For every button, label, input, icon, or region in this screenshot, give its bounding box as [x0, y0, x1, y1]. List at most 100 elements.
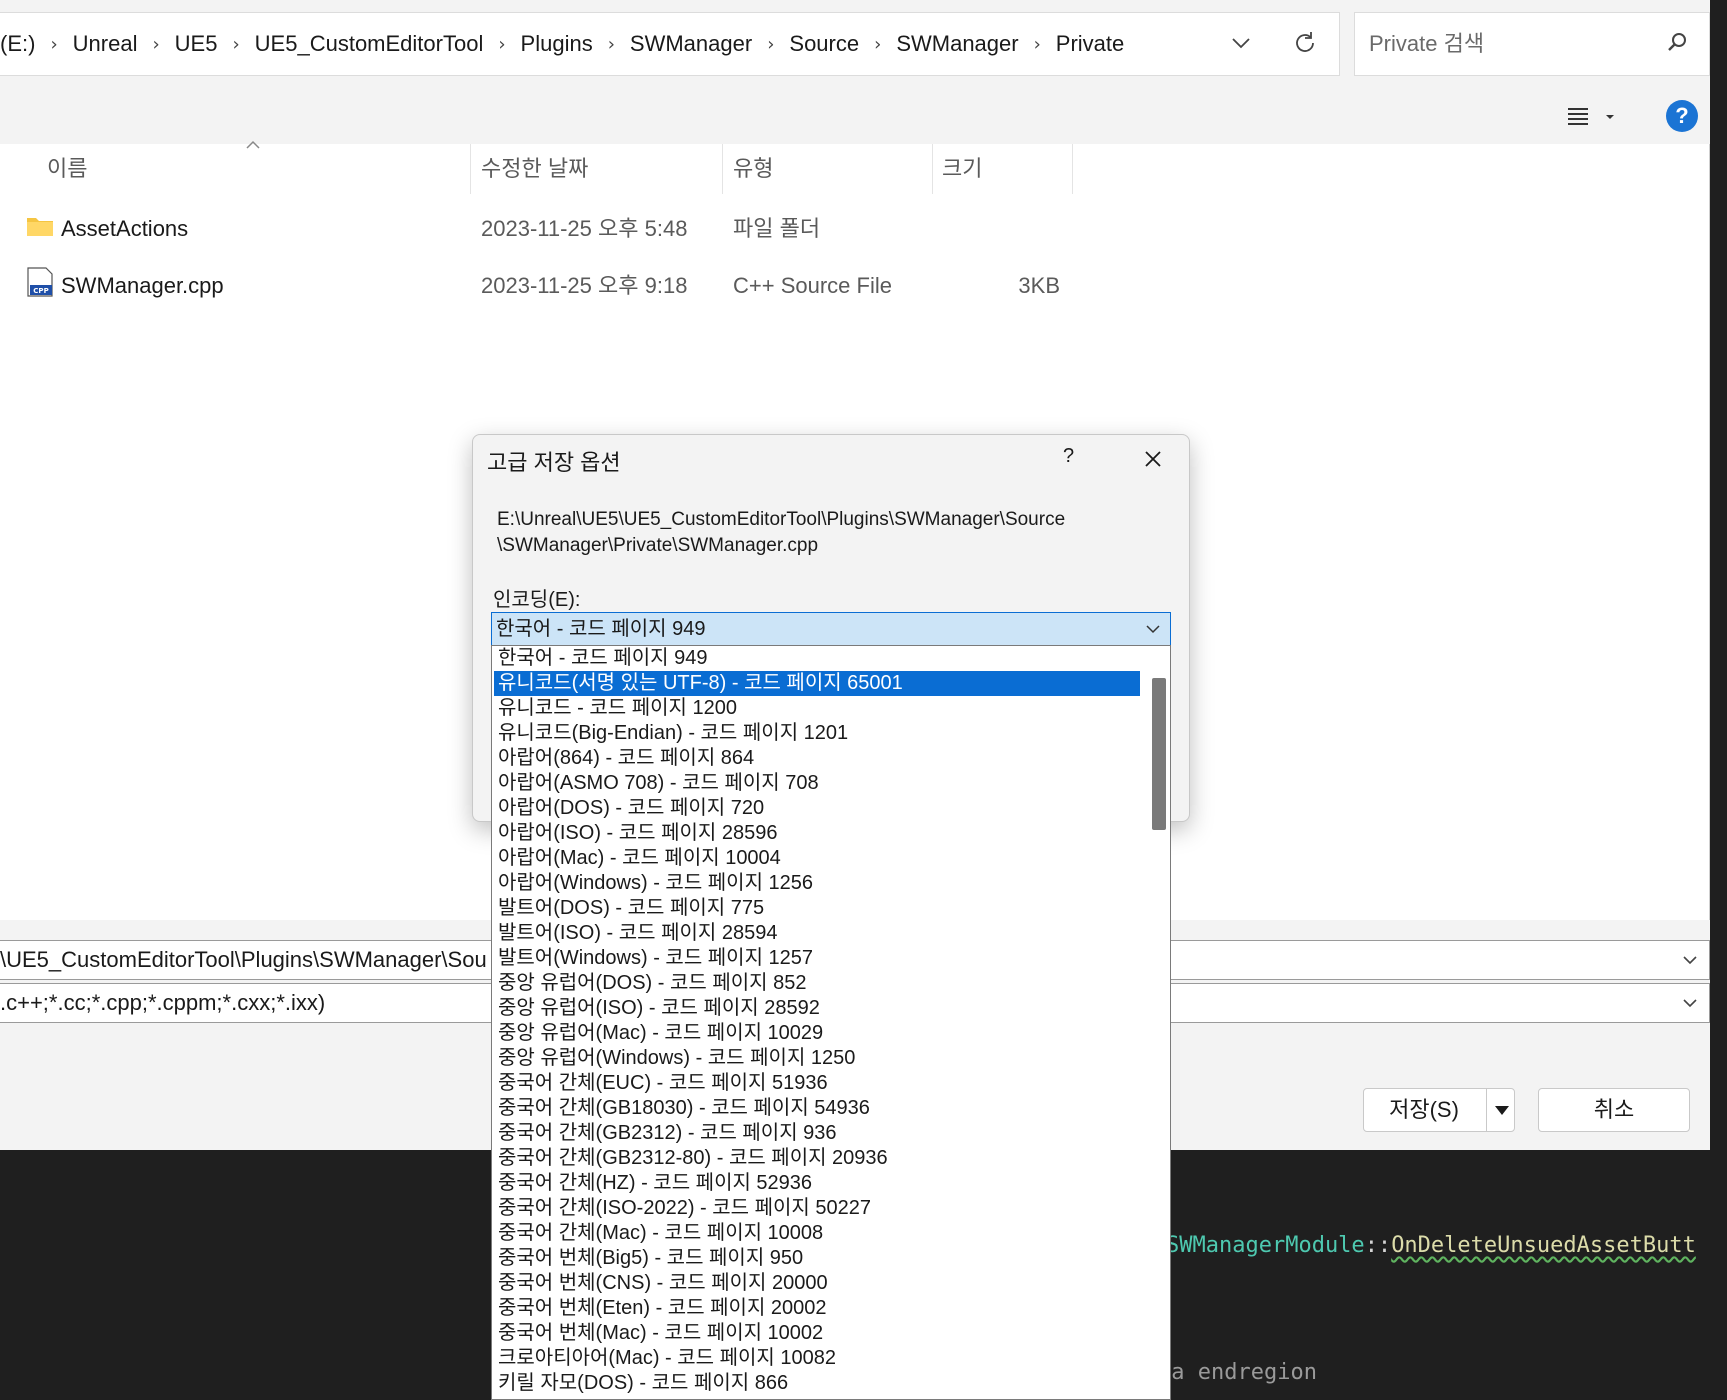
encoding-option[interactable]: 중앙 유럽어(Windows) - 코드 페이지 1250 [494, 1046, 1140, 1071]
encoding-option[interactable]: 아랍어(864) - 코드 페이지 864 [494, 746, 1140, 771]
code-line-endregion: ma endregion [1158, 1360, 1317, 1385]
filename-value: \UE5_CustomEditorTool\Plugins\SWManager\… [0, 947, 487, 972]
chevron-right-icon[interactable]: › [498, 34, 505, 55]
breadcrumb-item[interactable]: Unreal [73, 31, 138, 57]
encoding-label: 인코딩(E): [493, 589, 581, 611]
breadcrumb-item[interactable]: (E:) [0, 31, 35, 57]
encoding-option[interactable]: 발트어(Windows) - 코드 페이지 1257 [494, 946, 1140, 971]
chevron-right-icon[interactable]: › [767, 34, 774, 55]
chevron-right-icon[interactable]: › [50, 34, 57, 55]
scrollbar-thumb[interactable] [1152, 678, 1166, 830]
file-type: C++ Source File [733, 273, 892, 298]
encoding-option[interactable]: 중국어 간체(GB2312) - 코드 페이지 936 [494, 1121, 1140, 1146]
column-divider[interactable] [932, 144, 933, 194]
encoding-option[interactable]: 중국어 간체(Mac) - 코드 페이지 10008 [494, 1221, 1140, 1246]
breadcrumb[interactable]: (E:) › Unreal › UE5 › UE5_CustomEditorTool › Plu… [0, 12, 1340, 76]
file-date: 2023-11-25 오후 9:18 [481, 273, 688, 298]
encoding-option[interactable]: 중국어 번체(Mac) - 코드 페이지 10002 [494, 1321, 1140, 1346]
file-size [940, 204, 1060, 254]
encoding-option[interactable]: 키릴 자모(DOS) - 코드 페이지 866 [494, 1371, 1140, 1396]
encoding-option[interactable]: 중국어 번체(CNS) - 코드 페이지 20000 [494, 1271, 1140, 1296]
file-path: E:\Unreal\UE5\UE5_CustomEditorTool\Plugi… [497, 507, 1157, 559]
breadcrumb-item[interactable]: Source [789, 31, 859, 57]
view-options-icon[interactable] [1566, 104, 1618, 130]
chevron-down-icon[interactable] [1146, 624, 1160, 634]
code-function-name: OnDeleteUnsuedAssetButt [1391, 1233, 1696, 1258]
file-path-line: \SWManager\Private\SWManager.cpp [497, 535, 819, 556]
encoding-option[interactable]: 크로아티아어(Mac) - 코드 페이지 10082 [494, 1346, 1140, 1371]
encoding-option[interactable]: 중앙 유럽어(ISO) - 코드 페이지 28592 [494, 996, 1140, 1021]
file-type: 파일 폴더 [733, 216, 821, 241]
address-history-chevron-icon[interactable] [1228, 30, 1254, 56]
encoding-option[interactable]: 중국어 간체(ISO-2022) - 코드 페이지 50227 [494, 1196, 1140, 1221]
svg-text:CPP: CPP [33, 287, 48, 295]
encoding-option[interactable]: 중국어 번체(Big5) - 코드 페이지 950 [494, 1246, 1140, 1271]
sort-ascending-icon [246, 140, 260, 149]
encoding-option[interactable]: 유니코드 - 코드 페이지 1200 [494, 696, 1140, 721]
help-icon[interactable]: ? [1666, 100, 1698, 132]
file-row[interactable]: CPP SWManager.cpp 2023-11-25 오후 9:18 C++… [0, 261, 1072, 311]
breadcrumb-item[interactable]: Plugins [521, 31, 593, 57]
column-header-date[interactable]: 수정한 날짜 [481, 144, 588, 194]
encoding-option[interactable]: 아랍어(Mac) - 코드 페이지 10004 [494, 846, 1140, 871]
chevron-right-icon[interactable]: › [608, 34, 615, 55]
cpp-file-icon: CPP [27, 267, 53, 297]
encoding-option[interactable]: 중국어 간체(HZ) - 코드 페이지 52936 [494, 1171, 1140, 1196]
code-line: SWManagerModule::OnDeleteUnsuedAssetButt [1166, 1233, 1696, 1258]
encoding-dropdown-list[interactable]: 한국어 - 코드 페이지 949 유니코드(서명 있는 UTF-8) - 코드 페… [491, 645, 1171, 1400]
save-button[interactable]: 저장(S) [1363, 1088, 1515, 1132]
file-row[interactable]: AssetActions 2023-11-25 오후 5:48 파일 폴더 [0, 204, 1072, 254]
encoding-option[interactable]: 아랍어(ISO) - 코드 페이지 28596 [494, 821, 1140, 846]
encoding-option[interactable]: 유니코드(Big-Endian) - 코드 페이지 1201 [494, 721, 1140, 746]
encoding-select[interactable]: 한국어 - 코드 페이지 949 [491, 612, 1171, 646]
close-icon[interactable] [1141, 447, 1165, 471]
search-box[interactable] [1354, 12, 1710, 76]
save-split-divider [1486, 1089, 1487, 1131]
column-divider[interactable] [722, 144, 723, 194]
save-button-label: 저장(S) [1389, 1097, 1459, 1122]
save-options-arrow-icon[interactable] [1494, 1104, 1510, 1116]
encoding-option[interactable]: 중국어 간체(GB18030) - 코드 페이지 54936 [494, 1096, 1140, 1121]
encoding-option[interactable]: 중앙 유럽어(Mac) - 코드 페이지 10029 [494, 1021, 1140, 1046]
breadcrumb-item[interactable]: UE5_CustomEditorTool [255, 31, 484, 57]
encoding-option[interactable]: 발트어(DOS) - 코드 페이지 775 [494, 896, 1140, 921]
encoding-option[interactable]: 발트어(ISO) - 코드 페이지 28594 [494, 921, 1140, 946]
search-icon[interactable] [1664, 30, 1690, 56]
chevron-down-icon[interactable] [1682, 997, 1698, 1009]
breadcrumb-item[interactable]: SWManager [896, 31, 1018, 57]
encoding-option[interactable]: 중국어 간체(GB2312-80) - 코드 페이지 20936 [494, 1146, 1140, 1171]
breadcrumb-item[interactable]: Private [1056, 31, 1124, 57]
cancel-button[interactable]: 취소 [1538, 1088, 1690, 1132]
chevron-down-icon[interactable] [1682, 954, 1698, 966]
encoding-option[interactable]: 아랍어(DOS) - 코드 페이지 720 [494, 796, 1140, 821]
chevron-right-icon[interactable]: › [1034, 34, 1041, 55]
code-class-name: SWManagerModule [1166, 1233, 1365, 1258]
help-button[interactable]: ? [1063, 445, 1074, 468]
column-header-size[interactable]: 크기 [942, 144, 982, 194]
column-divider[interactable] [470, 144, 471, 194]
refresh-icon[interactable] [1290, 28, 1320, 58]
chevron-right-icon[interactable]: › [232, 34, 239, 55]
encoding-option[interactable]: 아랍어(ASMO 708) - 코드 페이지 708 [494, 771, 1140, 796]
file-size: 3KB [1018, 273, 1060, 298]
file-name: SWManager.cpp [61, 273, 224, 298]
encoding-option[interactable]: 중국어 간체(EUC) - 코드 페이지 51936 [494, 1071, 1140, 1096]
toolbar [0, 88, 1710, 144]
encoding-option[interactable]: 한국어 - 코드 페이지 949 [494, 646, 1140, 671]
column-header-name[interactable]: 이름 [47, 144, 87, 194]
scrollbar[interactable] [1144, 646, 1170, 1399]
chevron-right-icon[interactable]: › [152, 34, 159, 55]
editor-edge [1720, 0, 1727, 1150]
column-header-type[interactable]: 유형 [733, 144, 773, 194]
search-input[interactable] [1369, 31, 1649, 57]
chevron-right-icon[interactable]: › [874, 34, 881, 55]
encoding-option[interactable]: 중국어 번체(Eten) - 코드 페이지 20002 [494, 1296, 1140, 1321]
encoding-option[interactable]: 유니코드(서명 있는 UTF-8) - 코드 페이지 65001 [494, 671, 1140, 696]
column-divider[interactable] [1072, 144, 1073, 194]
breadcrumb-item[interactable]: SWManager [630, 31, 752, 57]
encoding-option[interactable]: 중앙 유럽어(DOS) - 코드 페이지 852 [494, 971, 1140, 996]
encoding-option[interactable]: 아랍어(Windows) - 코드 페이지 1256 [494, 871, 1140, 896]
file-name: AssetActions [61, 216, 189, 241]
code-scope-operator: :: [1364, 1233, 1392, 1258]
breadcrumb-item[interactable]: UE5 [175, 31, 218, 57]
